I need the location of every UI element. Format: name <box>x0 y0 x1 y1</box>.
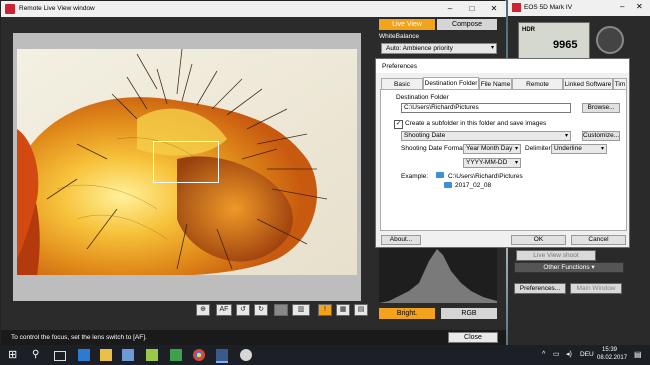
maximize-button[interactable]: □ <box>461 3 483 15</box>
eos-app-icon <box>512 3 521 12</box>
file-explorer-icon[interactable] <box>100 349 112 361</box>
browse-button[interactable]: Browse... <box>582 103 620 113</box>
whitebalance-value: Auto: Ambience priority <box>386 45 453 52</box>
tab-file-name[interactable]: File Name <box>479 78 512 89</box>
aspect-icon[interactable]: ▤ <box>354 304 368 316</box>
minimize-button[interactable]: – <box>439 3 461 15</box>
language-indicator[interactable]: DEU <box>580 351 594 358</box>
taskbar: ⊞ ⚲ ^ ▭ ◂) DEU 15:39 08.02.2017 ▤ <box>0 345 650 365</box>
focus-target-icon[interactable]: ⊕ <box>196 304 210 316</box>
lcd-mode: HDR <box>522 27 535 33</box>
tray-chevron-icon[interactable]: ^ <box>542 351 545 358</box>
whitebalance-label: WhiteBalance <box>379 33 420 40</box>
network-icon[interactable]: ▭ <box>553 350 560 358</box>
chevron-down-icon: ▾ <box>514 146 518 152</box>
other-functions-label: Other Functions <box>543 264 590 271</box>
search-icon[interactable]: ⚲ <box>32 349 44 361</box>
live-view-shoot-button: Live View shoot <box>516 250 596 261</box>
chrome-icon[interactable] <box>193 349 205 361</box>
af-button[interactable]: AF <box>216 304 232 316</box>
exposure-sim-icon[interactable]: ! <box>318 304 332 316</box>
tab-basic-settings[interactable]: Basic Settings <box>381 78 423 99</box>
overlay-icon[interactable]: ▦ <box>336 304 350 316</box>
example-path: C:\Users\Richard\Pictures <box>448 173 523 180</box>
date-format-select[interactable]: Year Month Day ▾ <box>463 144 521 154</box>
excel-icon[interactable] <box>170 349 182 361</box>
customize-button[interactable]: Customize... <box>582 131 620 141</box>
delimiter-label: Delimiter <box>525 145 551 152</box>
tab-live-view[interactable]: Live View <box>379 19 435 30</box>
grid-icon[interactable]: ▥ <box>292 304 310 316</box>
chevron-down-icon: ▾ <box>564 133 568 139</box>
eos-titlebar: EOS 5D Mark IV – ✕ <box>508 0 650 16</box>
delimiter-select[interactable]: Underline ▾ <box>551 144 607 154</box>
preferences-titlebar: Preferences <box>376 59 629 73</box>
subfolder-value: Shooting Date <box>404 132 446 139</box>
delimiter-value: Underline <box>554 145 582 152</box>
rgb-button[interactable]: RGB <box>441 308 497 319</box>
af-frame[interactable] <box>153 141 219 183</box>
tab-remote-shooting[interactable]: Remote Shooting <box>512 78 563 99</box>
dest-folder-input[interactable]: C:\Users\Richard\Pictures <box>401 103 571 113</box>
tab-destination-folder[interactable]: Destination Folder <box>423 77 479 89</box>
app-icon-green[interactable] <box>146 349 158 361</box>
cancel-button[interactable]: Cancel <box>571 235 626 245</box>
bright-button[interactable]: Bright. <box>379 308 435 319</box>
date-pattern-select[interactable]: YYYY-MM-DD ▾ <box>463 158 521 168</box>
live-view-titlebar: Remote Live View window – □ ✕ <box>1 1 506 17</box>
rotate-left-icon[interactable]: ↺ <box>236 304 250 316</box>
disabled-tool-button <box>274 304 288 316</box>
rotate-right-icon[interactable]: ↻ <box>254 304 268 316</box>
preferences-button[interactable]: Preferences... <box>514 283 566 294</box>
camera-app-icon[interactable] <box>240 349 252 361</box>
whitebalance-select[interactable]: Auto: Ambience priority ▾ <box>381 43 497 54</box>
preferences-dialog: Preferences Basic Settings Destination F… <box>375 58 630 248</box>
other-functions-button[interactable]: Other Functions ▾ <box>514 262 624 273</box>
ok-button[interactable]: OK <box>511 235 566 245</box>
window-title: Remote Live View window <box>19 5 95 12</box>
close-window-button[interactable]: ✕ <box>636 2 643 11</box>
status-message: To control the focus, set the lens switc… <box>11 334 147 341</box>
date-pattern-value: YYYY-MM-DD <box>466 159 508 166</box>
status-bar: To control the focus, set the lens switc… <box>1 330 506 346</box>
example-label: Example: <box>401 173 429 180</box>
camera-lcd: HDR 9965 <box>518 22 590 62</box>
task-view-icon[interactable] <box>54 351 66 361</box>
close-button[interactable]: Close <box>448 332 498 343</box>
dest-folder-label: Destination Folder <box>396 94 449 101</box>
eos-utility-taskbar-icon[interactable] <box>216 349 228 363</box>
close-window-button[interactable]: ✕ <box>483 3 505 15</box>
about-button[interactable]: About... <box>381 235 421 245</box>
histogram-graph <box>379 249 497 303</box>
tab-linked-software[interactable]: Linked Software <box>563 78 613 89</box>
clock-time[interactable]: 15:39 <box>602 347 617 353</box>
preferences-title: Preferences <box>382 63 418 70</box>
subfolder-select[interactable]: Shooting Date ▾ <box>401 131 571 141</box>
edge-icon[interactable] <box>78 349 90 361</box>
dial-icon[interactable] <box>596 26 624 54</box>
tab-time[interactable]: Tim <box>613 78 627 89</box>
clock-date[interactable]: 08.02.2017 <box>597 355 627 361</box>
histogram <box>379 241 497 303</box>
chevron-down-icon: ▾ <box>514 160 518 166</box>
minimize-button[interactable]: – <box>620 2 624 11</box>
date-format-value: Year Month Day <box>466 145 513 152</box>
subfolder-checkbox[interactable]: ✓ <box>394 120 403 129</box>
folder-icon <box>444 182 452 188</box>
eos-title: EOS 5D Mark IV <box>524 4 573 11</box>
start-icon[interactable]: ⊞ <box>8 349 20 361</box>
subfolder-label: Create a subfolder in this folder and sa… <box>405 120 547 127</box>
notifications-icon[interactable]: ▤ <box>634 350 642 359</box>
example-folder: 2017_02_08 <box>455 182 492 189</box>
main-window-button[interactable]: Main Window <box>570 283 622 294</box>
tab-compose[interactable]: Compose <box>437 19 497 30</box>
chevron-down-icon: ▾ <box>600 146 604 152</box>
app-icon <box>5 4 15 14</box>
lcd-value: 9965 <box>553 39 578 51</box>
folder-icon <box>436 172 444 178</box>
date-format-label: Shooting Date Format <box>401 145 465 152</box>
chevron-down-icon: ▾ <box>490 45 494 51</box>
store-icon[interactable] <box>122 349 134 361</box>
volume-icon[interactable]: ◂) <box>566 350 572 358</box>
